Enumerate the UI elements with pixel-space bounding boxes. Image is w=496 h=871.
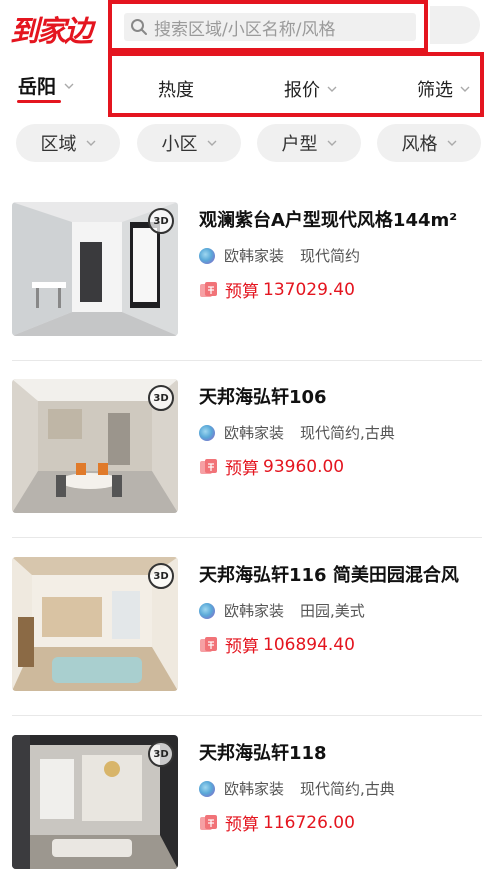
budget-icon (200, 458, 217, 474)
chevron-down-icon (460, 86, 470, 92)
sort-price-label: 报价 (284, 80, 320, 101)
sort-price[interactable]: 报价 (284, 76, 337, 102)
budget-icon (200, 281, 217, 297)
chevron-down-icon (327, 86, 337, 92)
3d-view-icon: 3D (148, 563, 174, 589)
filter-pills: 区域 小区 户型 风格 (0, 124, 496, 162)
listing-budget: 预算 106894.40 (199, 632, 355, 657)
budget-value: 116726.00 (263, 812, 355, 833)
list-item[interactable]: 3D 天邦海弘轩106 欧韩家装 现代简约,古典 预算 93960.00 (0, 377, 496, 515)
company-name: 欧韩家装 (224, 247, 285, 265)
search-input[interactable]: 搜索区域/小区名称/风格 (124, 13, 416, 41)
company-name: 欧韩家装 (224, 602, 285, 620)
listing-company-row: 欧韩家装 现代简约,古典 (199, 778, 395, 799)
budget-value: 93960.00 (263, 456, 345, 477)
chevron-down-icon (86, 140, 95, 146)
sort-bar: 热度 报价 筛选 (108, 52, 484, 117)
search-icon (131, 19, 147, 35)
listing-thumbnail[interactable]: 3D (12, 557, 178, 691)
listing-budget: 预算 137029.40 (199, 277, 355, 302)
budget-icon (200, 636, 217, 652)
company-logo-icon (199, 424, 215, 441)
3d-view-icon: 3D (148, 385, 174, 411)
filter-community-label: 小区 (161, 134, 198, 155)
filter-style-label: 风格 (401, 134, 438, 155)
budget-label: 预算 (225, 637, 259, 657)
chevron-down-icon (207, 140, 216, 146)
filter-area[interactable]: 区域 (16, 124, 120, 162)
city-active-indicator (17, 100, 61, 103)
listing-budget: 预算 116726.00 (199, 810, 355, 835)
listing-thumbnail[interactable]: 3D (12, 202, 178, 336)
style-tags: 现代简约 (300, 247, 361, 265)
city-selector[interactable]: 岳阳 (18, 72, 74, 99)
3d-view-icon: 3D (148, 741, 174, 767)
listing-thumbnail[interactable]: 3D (12, 735, 178, 869)
chevron-down-icon (327, 140, 336, 146)
company-name: 欧韩家装 (224, 780, 285, 798)
chevron-down-icon (64, 83, 74, 89)
divider (12, 537, 482, 538)
budget-label: 预算 (225, 282, 259, 302)
filter-layout-label: 户型 (281, 134, 318, 155)
sort-filter-label: 筛选 (417, 80, 453, 101)
company-logo-icon (199, 780, 215, 797)
style-tags: 现代简约,古典 (300, 780, 395, 798)
divider (12, 715, 482, 716)
filter-community[interactable]: 小区 (137, 124, 241, 162)
budget-icon (200, 814, 217, 830)
listing-budget: 预算 93960.00 (199, 454, 344, 479)
listing-title: 天邦海弘轩118 (199, 743, 327, 764)
city-label: 岳阳 (18, 76, 57, 98)
filter-style[interactable]: 风格 (377, 124, 481, 162)
budget-label: 预算 (225, 459, 259, 479)
listing-thumbnail[interactable]: 3D (12, 379, 178, 513)
sort-hot[interactable]: 热度 (158, 76, 194, 102)
filter-layout[interactable]: 户型 (257, 124, 361, 162)
filter-area-label: 区域 (40, 134, 77, 155)
divider (12, 360, 482, 361)
budget-value: 137029.40 (263, 279, 355, 300)
3d-view-icon: 3D (148, 208, 174, 234)
company-logo-icon (199, 602, 215, 619)
list-item[interactable]: 3D 天邦海弘轩118 欧韩家装 现代简约,古典 预算 116726.00 (0, 733, 496, 871)
list-item[interactable]: 3D 观澜紫台A户型现代风格144m² 欧韩家装 现代简约 预算 137029.… (0, 200, 496, 338)
company-logo-icon (199, 247, 215, 264)
listing-title: 观澜紫台A户型现代风格144m² (199, 210, 458, 231)
sort-filter[interactable]: 筛选 (417, 76, 470, 102)
search-placeholder: 搜索区域/小区名称/风格 (154, 19, 336, 40)
brand-logo: 到家边 (10, 14, 93, 48)
listing-title: 天邦海弘轩106 (199, 387, 327, 408)
search-bar-end[interactable] (430, 6, 480, 44)
style-tags: 现代简约,古典 (300, 424, 395, 442)
chevron-down-icon (447, 140, 456, 146)
company-name: 欧韩家装 (224, 424, 285, 442)
list-item[interactable]: 3D 天邦海弘轩116 简美田园混合风 欧韩家装 田园,美式 预算 106894… (0, 555, 496, 693)
sort-hot-label: 热度 (158, 80, 194, 101)
listing-title: 天邦海弘轩116 简美田园混合风 (199, 565, 459, 586)
listing-company-row: 欧韩家装 现代简约 (199, 245, 360, 266)
budget-value: 106894.40 (263, 634, 355, 655)
listing-company-row: 欧韩家装 现代简约,古典 (199, 422, 395, 443)
listing-company-row: 欧韩家装 田园,美式 (199, 600, 365, 621)
budget-label: 预算 (225, 815, 259, 835)
style-tags: 田园,美式 (300, 602, 365, 620)
search-highlight-frame: 搜索区域/小区名称/风格 (108, 0, 428, 52)
